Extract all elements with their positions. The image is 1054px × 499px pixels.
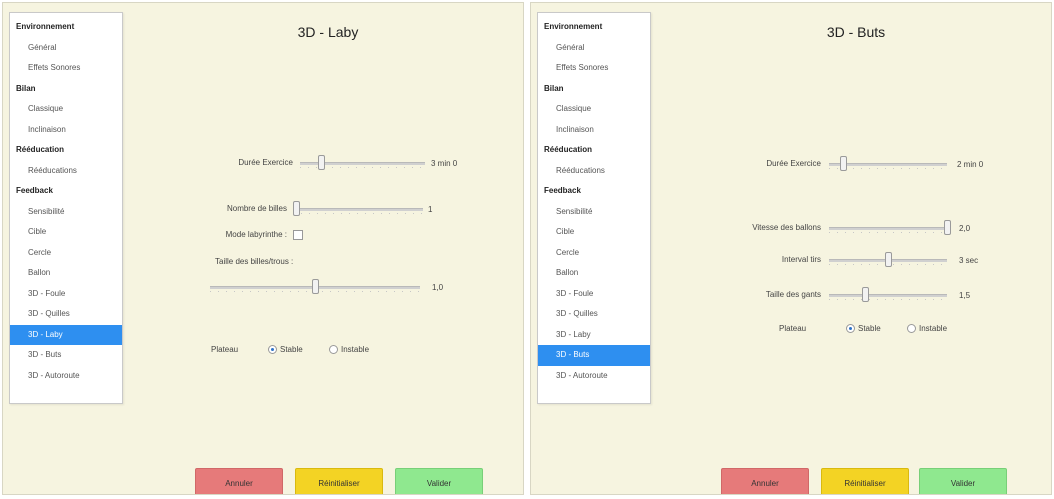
nav-item-reeducations[interactable]: Rééducations — [10, 161, 122, 182]
nav-item-3d-laby[interactable]: 3D - Laby — [538, 325, 650, 346]
nav-item-3d-autoroute[interactable]: 3D - Autoroute — [538, 366, 650, 387]
valider-button[interactable]: Valider — [919, 468, 1007, 494]
nav-section-reeducation: Rééducation — [16, 145, 65, 154]
nombre-billes-label: Nombre de billes — [226, 204, 287, 213]
instable-radio-label[interactable]: Instable — [919, 324, 947, 333]
nav-item-3d-foule[interactable]: 3D - Foule — [10, 284, 122, 305]
nav-section-feedback: Feedback — [16, 186, 53, 195]
nav-item-cercle[interactable]: Cercle — [10, 243, 122, 264]
mode-labyrinthe-label: Mode labyrinthe : — [225, 230, 287, 239]
nav-item-inclinaison[interactable]: Inclinaison — [538, 120, 650, 141]
taille-billes-label: Taille des billes/trous : — [215, 257, 294, 266]
nav-item-cible[interactable]: Cible — [538, 222, 650, 243]
stable-radio-label[interactable]: Stable — [280, 345, 303, 354]
nav-item-ballon[interactable]: Ballon — [10, 263, 122, 284]
nav-section-bilan: Bilan — [544, 83, 564, 93]
taille-gants-value: 1,5 — [959, 291, 971, 300]
instable-radio[interactable] — [907, 324, 916, 333]
stable-radio[interactable] — [846, 324, 855, 333]
nav-item-inclinaison[interactable]: Inclinaison — [10, 120, 122, 141]
instable-radio[interactable] — [329, 345, 338, 354]
nav-item-3d-foule[interactable]: 3D - Foule — [538, 284, 650, 305]
duree-exercice-label: Durée Exercice — [766, 159, 821, 168]
stable-radio[interactable] — [268, 345, 277, 354]
page-title: 3D - Laby — [297, 24, 359, 40]
nav-item-3d-quilles[interactable]: 3D - Quilles — [10, 304, 122, 325]
duree-exercice-label: Durée Exercice — [238, 158, 293, 167]
nav-section-bilan: Bilan — [16, 83, 36, 93]
nav-item-3d-buts[interactable]: 3D - Buts — [538, 345, 650, 366]
nav-item-effets-sonores[interactable]: Effets Sonores — [538, 58, 650, 79]
interval-tirs-value: 3 sec — [959, 256, 979, 265]
valider-button[interactable]: Valider — [395, 468, 483, 494]
nav-item-general[interactable]: Général — [538, 38, 650, 59]
nav-item-3d-autoroute[interactable]: 3D - Autoroute — [10, 366, 122, 387]
nav-item-cercle[interactable]: Cercle — [538, 243, 650, 264]
settings-panel-laby: Environnement Général Effets Sonores Bilan C… — [2, 2, 524, 495]
annuler-button[interactable]: Annuler — [195, 468, 283, 494]
nav-section-environnement: Environnement — [544, 22, 603, 31]
interval-tirs-slider[interactable] — [829, 252, 947, 267]
nav-item-classique[interactable]: Classique — [10, 99, 122, 120]
plateau-label: Plateau — [779, 324, 807, 333]
settings-navigation: Environnement Général Effets Sonores Bilan C… — [9, 12, 123, 404]
stable-radio-label[interactable]: Stable — [858, 324, 881, 333]
slider-thumb[interactable] — [840, 156, 847, 171]
duree-exercice-slider[interactable] — [300, 155, 425, 170]
settings-panel-buts: Environnement Général Effets Sonores Bilan C… — [530, 2, 1052, 495]
nav-item-classique[interactable]: Classique — [538, 99, 650, 120]
duree-exercice-value: 2 min 0 — [957, 160, 984, 169]
annuler-button[interactable]: Annuler — [721, 468, 809, 494]
vitesse-ballons-value: 2,0 — [959, 224, 971, 233]
duree-exercice-value: 3 min 0 — [431, 159, 458, 168]
reinitialiser-button[interactable]: Réinitialiser — [821, 468, 909, 494]
reinitialiser-button[interactable]: Réinitialiser — [295, 468, 383, 494]
interval-tirs-label: Interval tirs — [781, 255, 821, 264]
vitesse-ballons-label: Vitesse des ballons — [752, 223, 821, 232]
plateau-radio-group: Plateau Stable Instable — [211, 344, 411, 358]
nav-item-general[interactable]: Général — [10, 38, 122, 59]
taille-gants-slider[interactable] — [829, 287, 947, 302]
slider-thumb[interactable] — [885, 252, 892, 267]
mode-labyrinthe-checkbox[interactable] — [293, 230, 303, 240]
nav-item-3d-buts[interactable]: 3D - Buts — [10, 345, 122, 366]
plateau-radio-group: Plateau Stable Instable — [779, 323, 979, 337]
nav-item-3d-laby[interactable]: 3D - Laby — [10, 324, 122, 345]
nav-item-sensibilite[interactable]: Sensibilité — [538, 202, 650, 223]
nav-item-ballon[interactable]: Ballon — [538, 263, 650, 284]
taille-gants-label: Taille des gants — [765, 290, 821, 299]
nombre-billes-value: 1 — [428, 205, 433, 214]
nav-item-effets-sonores[interactable]: Effets Sonores — [10, 58, 122, 79]
nav-section-environnement: Environnement — [16, 22, 75, 31]
vitesse-ballons-slider[interactable] — [829, 220, 951, 235]
slider-thumb[interactable] — [293, 201, 300, 216]
slider-thumb[interactable] — [312, 279, 319, 294]
settings-navigation: Environnement Général Effets Sonores Bilan C… — [537, 12, 651, 404]
nav-item-reeducations[interactable]: Rééducations — [538, 161, 650, 182]
page-title: 3D - Buts — [826, 24, 886, 40]
taille-billes-slider[interactable] — [210, 279, 420, 294]
nombre-billes-slider[interactable] — [293, 201, 423, 216]
plateau-label: Plateau — [211, 345, 239, 354]
instable-radio-label[interactable]: Instable — [341, 345, 369, 354]
nav-section-feedback: Feedback — [544, 186, 581, 195]
slider-thumb[interactable] — [318, 155, 325, 170]
slider-thumb[interactable] — [862, 287, 869, 302]
taille-billes-value: 1,0 — [432, 283, 444, 292]
duree-exercice-slider[interactable] — [829, 156, 947, 171]
nav-item-sensibilite[interactable]: Sensibilité — [10, 202, 122, 223]
nav-item-3d-quilles[interactable]: 3D - Quilles — [538, 304, 650, 325]
slider-thumb[interactable] — [944, 220, 951, 235]
nav-item-cible[interactable]: Cible — [10, 222, 122, 243]
nav-section-reeducation: Rééducation — [544, 145, 593, 154]
